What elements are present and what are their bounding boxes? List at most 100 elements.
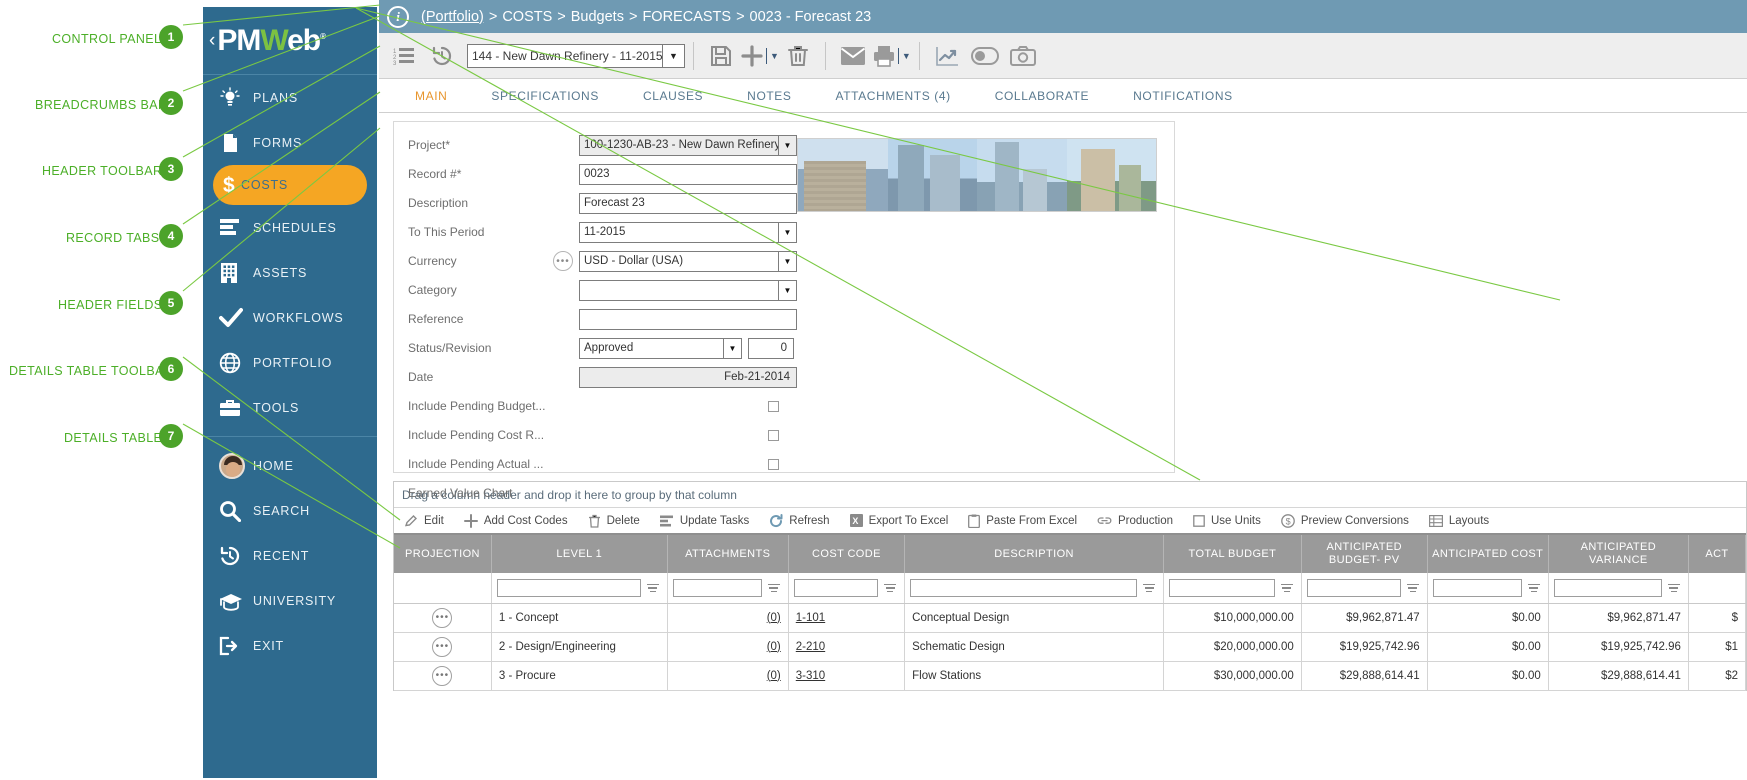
grid-add-cost-codes-button[interactable]: Add Cost Codes	[454, 508, 578, 533]
print-button[interactable]: ▼	[872, 37, 911, 75]
field-select-status[interactable]: Approved▼	[579, 338, 742, 359]
column-header-act[interactable]: ACT	[1688, 535, 1745, 573]
field-input-date[interactable]: Feb-21-2014	[579, 367, 797, 388]
filter-cell[interactable]	[667, 573, 788, 603]
cost-code-link[interactable]: 1-101	[796, 612, 825, 624]
grid-edit-button[interactable]: Edit	[394, 508, 454, 533]
filter-cell[interactable]	[1164, 573, 1302, 603]
collapse-sidebar-icon[interactable]: ‹	[209, 30, 215, 52]
filter-cell[interactable]	[905, 573, 1164, 603]
row-actions-button[interactable]: •••	[432, 608, 452, 628]
column-header-anticipated-cost[interactable]: ANTICIPATED COST	[1427, 535, 1548, 573]
field-input-record[interactable]: 0023	[579, 164, 797, 185]
grid-update-tasks-button[interactable]: Update Tasks	[650, 508, 759, 533]
grid-refresh-button[interactable]: Refresh	[759, 508, 839, 533]
tab-collaborate[interactable]: COLLABORATE	[973, 79, 1111, 113]
column-header-total-budget[interactable]: TOTAL BUDGET	[1164, 535, 1302, 573]
filter-icon[interactable]	[881, 583, 899, 594]
filter-input[interactable]	[1433, 579, 1522, 597]
sidebar-item-university[interactable]: UNIVERSITY	[203, 578, 377, 623]
table-row[interactable]: •••2 - Design/Engineering(0)2-210Schemat…	[394, 632, 1746, 661]
row-actions-button[interactable]: •••	[432, 666, 452, 686]
chevron-down-icon[interactable]: ▼	[778, 281, 796, 300]
column-header-projection[interactable]: PROJECTION	[394, 535, 491, 573]
breadcrumb-costs[interactable]: COSTS	[502, 9, 552, 25]
cost-code-link[interactable]: 3-310	[796, 670, 825, 682]
chevron-down-icon[interactable]: ▼	[662, 45, 684, 67]
chevron-down-icon[interactable]: ▼	[770, 51, 779, 61]
attachments-link[interactable]: (0)	[767, 641, 781, 653]
chevron-down-icon[interactable]: ▼	[902, 51, 911, 61]
chevron-down-icon[interactable]: ▼	[778, 223, 796, 242]
filter-input[interactable]	[1169, 579, 1275, 597]
filter-input[interactable]	[1554, 579, 1662, 597]
save-button[interactable]	[702, 37, 740, 75]
grid-production-button[interactable]: Production	[1087, 508, 1183, 533]
currency-options-icon[interactable]: •••	[553, 251, 573, 271]
add-button[interactable]: ▼	[740, 37, 779, 75]
sidebar-item-forms[interactable]: FORMS	[203, 120, 377, 165]
sidebar-item-workflows[interactable]: WORKFLOWS	[203, 295, 377, 340]
attachments-link[interactable]: (0)	[767, 612, 781, 624]
filter-input[interactable]	[1307, 579, 1401, 597]
table-row[interactable]: •••1 - Concept(0)1-101Conceptual Design$…	[394, 603, 1746, 632]
tab-notifications[interactable]: NOTIFICATIONS	[1111, 79, 1255, 113]
filter-cell[interactable]	[1301, 573, 1427, 603]
breadcrumb-portfolio[interactable]: (Portfolio)	[421, 9, 484, 25]
camera-button[interactable]	[1004, 37, 1042, 75]
tab-attachments-4[interactable]: ATTACHMENTS (4)	[814, 79, 973, 113]
sidebar-item-plans[interactable]: PLANS	[203, 75, 377, 120]
grid-paste-from-excel-button[interactable]: Paste From Excel	[958, 508, 1087, 533]
delete-button[interactable]	[779, 37, 817, 75]
filter-icon[interactable]	[1665, 583, 1683, 594]
table-row[interactable]: •••3 - Procure(0)3-310Flow Stations$30,0…	[394, 661, 1746, 690]
column-header-cost-code[interactable]: COST CODE	[788, 535, 904, 573]
filter-input[interactable]	[794, 579, 878, 597]
sidebar-item-schedules[interactable]: SCHEDULES	[203, 205, 377, 250]
sidebar-item-tools[interactable]: TOOLS	[203, 385, 377, 430]
breadcrumb-forecasts[interactable]: FORECASTS	[642, 9, 731, 25]
column-header-anticipated-budget-pv[interactable]: ANTICIPATED BUDGET- PV	[1301, 535, 1427, 573]
sidebar-item-recent[interactable]: RECENT	[203, 533, 377, 578]
tab-main[interactable]: MAIN	[393, 79, 469, 113]
breadcrumb-budgets[interactable]: Budgets	[571, 9, 624, 25]
filter-input[interactable]	[910, 579, 1137, 597]
email-button[interactable]	[834, 37, 872, 75]
filter-input[interactable]	[673, 579, 762, 597]
filter-cell[interactable]	[491, 573, 667, 603]
grid-delete-button[interactable]: Delete	[578, 508, 650, 533]
sidebar-item-assets[interactable]: ASSETS	[203, 250, 377, 295]
field-input-description[interactable]: Forecast 23	[579, 193, 797, 214]
filter-icon[interactable]	[1140, 583, 1158, 594]
column-header-level-1[interactable]: LEVEL 1	[491, 535, 667, 573]
grid-use-units-button[interactable]: Use Units	[1183, 508, 1271, 533]
sidebar-item-costs[interactable]: $COSTS	[203, 165, 377, 205]
field-select-currency[interactable]: USD - Dollar (USA)▼	[579, 251, 797, 272]
checkbox-include-pending-budget[interactable]	[768, 401, 779, 412]
grid-export-to-excel-button[interactable]: XExport To Excel	[840, 508, 959, 533]
chart-button[interactable]	[928, 37, 966, 75]
filter-icon[interactable]	[1525, 583, 1543, 594]
pmweb-logo[interactable]: ‹ PMWeb®	[203, 7, 377, 75]
column-header-attachments[interactable]: ATTACHMENTS	[667, 535, 788, 573]
field-input-revision[interactable]: 0	[748, 338, 794, 359]
checkbox-include-pending-cost-r[interactable]	[768, 430, 779, 441]
field-select-project[interactable]: 100-1230-AB-23 - New Dawn Refinery▼	[579, 135, 797, 156]
filter-icon[interactable]	[1278, 583, 1296, 594]
filter-cell[interactable]	[1427, 573, 1548, 603]
field-select-category[interactable]: ▼	[579, 280, 797, 301]
sidebar-item-portfolio[interactable]: PORTFOLIO	[203, 340, 377, 385]
filter-icon[interactable]	[1404, 583, 1422, 594]
field-input-reference[interactable]	[579, 309, 797, 330]
cost-code-link[interactable]: 2-210	[796, 641, 825, 653]
chevron-down-icon[interactable]: ▼	[723, 339, 741, 358]
chevron-down-icon[interactable]: ▼	[778, 136, 796, 155]
grid-layouts-button[interactable]: Layouts	[1419, 508, 1499, 533]
checkbox-include-pending-actual[interactable]	[768, 459, 779, 470]
numbered-list-icon[interactable]: 123	[385, 37, 423, 75]
tab-specifications[interactable]: SPECIFICATIONS	[469, 79, 621, 113]
filter-icon[interactable]	[644, 583, 662, 594]
column-header-description[interactable]: DESCRIPTION	[905, 535, 1164, 573]
row-actions-button[interactable]: •••	[432, 637, 452, 657]
toggle-button[interactable]	[966, 37, 1004, 75]
